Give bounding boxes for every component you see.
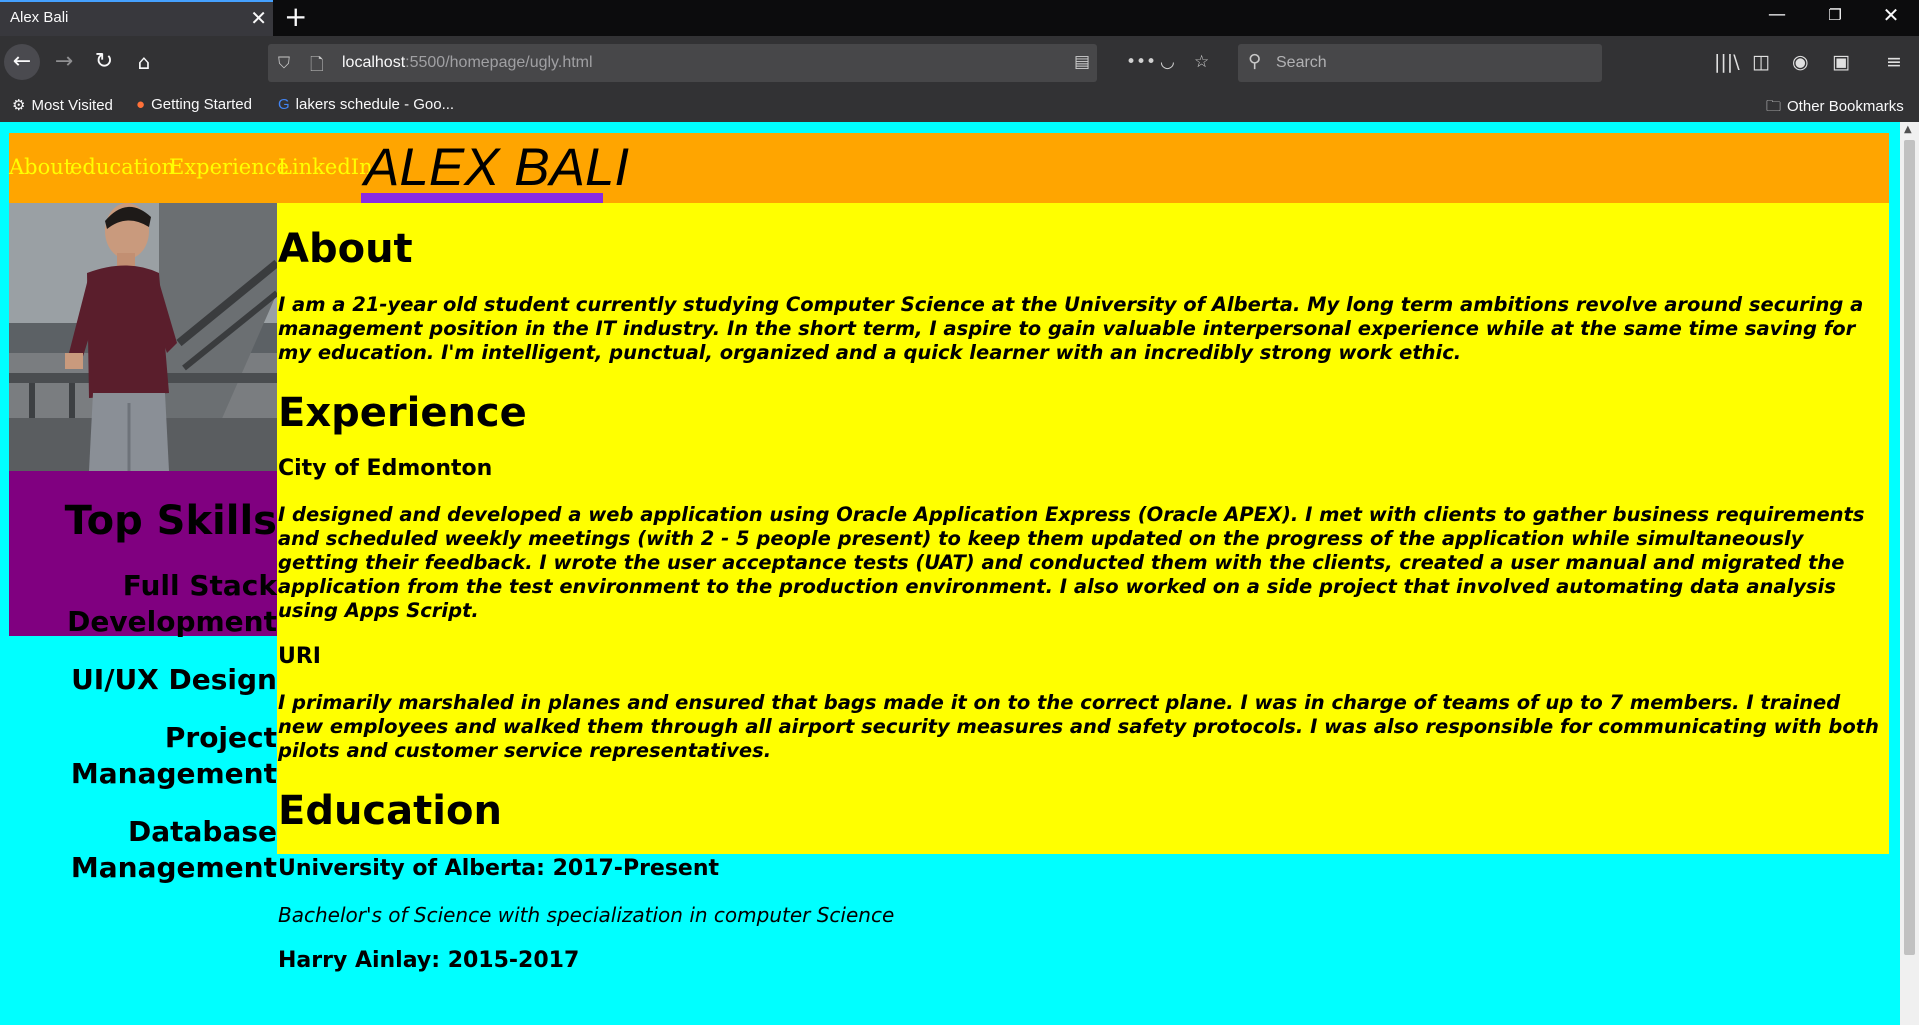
nav-link-about[interactable]: About [9, 155, 72, 179]
skills-heading: Top Skills [64, 498, 277, 544]
bookmark-getting-started[interactable]: ● Getting Started [136, 96, 252, 113]
bookmark-star-icon[interactable]: ☆ [1194, 52, 1209, 72]
page-viewport: About education Experience LinkedIn ALEX… [0, 122, 1900, 1025]
skill-item: Full Stack Development [67, 569, 277, 638]
url-bar[interactable]: ⛉ 🗋 localhost:5500/homepage/ugly.html ▤ … [268, 44, 1209, 82]
site-title: ALEX BALI [364, 138, 630, 197]
menu-icon[interactable]: ≡ [1886, 51, 1902, 73]
back-button[interactable]: ← [4, 44, 40, 80]
education-school: University of Alberta: 2017-Present [278, 856, 720, 881]
job-description: I designed and developed a web applicati… [278, 503, 1865, 622]
about-heading: About [278, 226, 413, 272]
minimize-icon[interactable]: — [1757, 4, 1797, 25]
site-header: About education Experience LinkedIn ALEX… [9, 133, 1889, 203]
forward-button[interactable]: → [46, 44, 82, 80]
education-heading: Education [278, 788, 502, 834]
bookmark-lakers-schedule[interactable]: Glakers schedule - Goo... [278, 96, 454, 113]
browser-tab[interactable]: Alex Bali ✕ [0, 0, 273, 36]
url-text[interactable]: localhost:5500/homepage/ugly.html [342, 54, 593, 72]
folder-icon: 🗀 [1766, 98, 1782, 115]
skill-item: Project Management [70, 721, 277, 790]
nav-link-linkedin[interactable]: LinkedIn [278, 155, 373, 179]
nav-link-experience[interactable]: Experience [169, 155, 289, 179]
reload-button[interactable]: ↻ [86, 44, 122, 80]
extension-icon[interactable]: ▣ [1832, 51, 1850, 73]
job-title: URI [278, 644, 321, 669]
library-icon[interactable]: |||\ [1714, 51, 1740, 73]
tab-bar: Alex Bali ✕ + — ❐ ✕ [0, 0, 1919, 36]
window-close-icon[interactable]: ✕ [1871, 3, 1911, 27]
job-description: I primarily marshaled in planes and ensu… [278, 691, 1879, 762]
about-text: I am a 21-year old student currently stu… [278, 293, 1864, 364]
bookmarks-toolbar: ⚙ Most Visited ● Getting Started Glakers s… [0, 89, 1919, 122]
navigation-toolbar: ← → ↻ ⌂ ⛉ 🗋 localhost:5500/homepage/ugly… [0, 36, 1919, 89]
experience-heading: Experience [278, 390, 527, 436]
bookmark-most-visited[interactable]: ⚙ Most Visited [12, 96, 113, 114]
skill-item: Database Management [70, 815, 277, 884]
new-tab-icon[interactable]: + [284, 2, 307, 32]
pocket-icon[interactable]: ◡ [1160, 52, 1175, 72]
shield-icon[interactable]: ⛉ [278, 53, 290, 73]
profile-photo [9, 203, 277, 471]
other-bookmarks[interactable]: 🗀 Other Bookmarks [1766, 96, 1904, 121]
search-icon: ⚲ [1248, 51, 1262, 72]
search-placeholder: Search [1276, 54, 1327, 71]
gear-icon: ⚙ [12, 97, 26, 114]
home-button[interactable]: ⌂ [126, 44, 162, 80]
firefox-icon: ● [136, 96, 146, 113]
title-underline [361, 193, 603, 203]
page-scrollbar[interactable]: ▲ [1900, 122, 1919, 1025]
tab-title: Alex Bali [10, 9, 69, 26]
sidebar-toggle-icon[interactable]: ◫ [1752, 51, 1770, 73]
account-icon[interactable]: ◉ [1792, 51, 1809, 73]
page-info-icon[interactable]: 🗋 [310, 52, 324, 81]
scroll-up-icon[interactable]: ▲ [1904, 124, 1912, 135]
page-actions-icon[interactable]: ••• [1126, 52, 1156, 72]
top-skills: Top Skills Full Stack Development UI/UX … [9, 471, 277, 886]
job-title: City of Edmonton [278, 456, 493, 481]
restore-icon[interactable]: ❐ [1815, 6, 1855, 24]
close-tab-icon[interactable]: ✕ [250, 7, 267, 29]
google-icon: G [278, 96, 290, 113]
nav-link-education[interactable]: education [70, 155, 175, 179]
reader-view-icon[interactable]: ▤ [1074, 52, 1090, 72]
main-content: About I am a 21-year old student current… [278, 203, 1890, 975]
skill-item: UI/UX Design [71, 663, 277, 696]
education-school: Harry Ainlay: 2015-2017 [278, 948, 580, 973]
education-degree: Bachelor's of Science with specializatio… [278, 903, 895, 927]
scroll-thumb[interactable] [1904, 140, 1915, 955]
search-bar[interactable]: ⚲ Search [1238, 44, 1602, 82]
